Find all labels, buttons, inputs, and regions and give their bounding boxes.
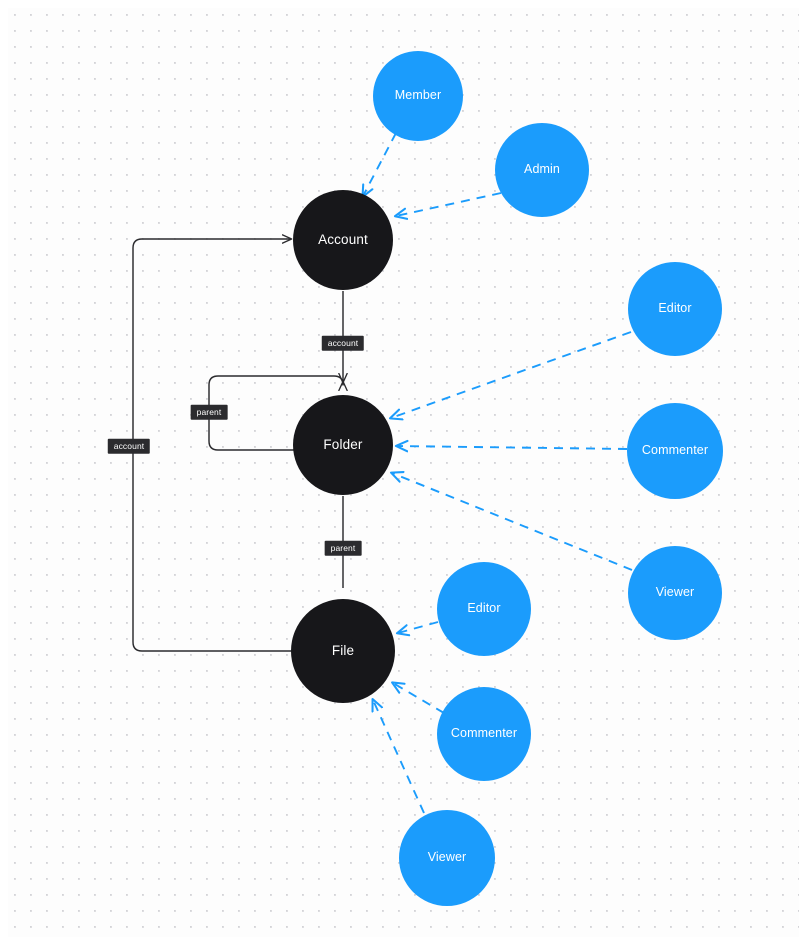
- edge-label-file-account[interactable]: account: [107, 438, 151, 454]
- edge-commenter-folder: [397, 446, 628, 449]
- role-node-viewer-folder[interactable]: Viewer: [628, 546, 722, 640]
- edge-admin-account: [396, 192, 502, 216]
- edge-editor-file: [398, 621, 439, 633]
- edge-viewer-folder: [392, 473, 633, 571]
- role-node-label: Commenter: [641, 443, 709, 458]
- diagram-canvas: Account Folder File Member Admin Editor …: [0, 0, 807, 945]
- entity-node-file[interactable]: File: [291, 599, 395, 703]
- edge-viewer-file: [373, 700, 425, 814]
- role-node-commenter-file[interactable]: Commenter: [437, 687, 531, 781]
- role-node-label: Viewer: [427, 850, 467, 865]
- role-node-admin-account[interactable]: Admin: [495, 123, 589, 217]
- role-node-label: Editor: [467, 601, 501, 616]
- entity-node-account[interactable]: Account: [293, 190, 393, 290]
- role-node-label: Viewer: [655, 585, 695, 600]
- edge-commenter-file: [393, 683, 445, 714]
- entity-node-folder[interactable]: Folder: [293, 395, 393, 495]
- entity-node-label: Folder: [323, 436, 363, 452]
- role-node-label: Admin: [524, 162, 560, 177]
- role-node-viewer-file[interactable]: Viewer: [399, 810, 495, 906]
- edge-member-account: [363, 132, 397, 196]
- entity-node-label: Account: [318, 231, 368, 247]
- edge-label-folder-parent[interactable]: parent: [190, 404, 228, 420]
- edge-label-file-parent[interactable]: parent: [324, 540, 362, 556]
- entity-node-label: File: [331, 642, 355, 658]
- edge-file-account: [132, 239, 291, 652]
- edge-editor-folder: [391, 331, 632, 418]
- role-node-label: Member: [394, 88, 442, 103]
- role-node-label: Commenter: [450, 726, 518, 741]
- role-node-editor-file[interactable]: Editor: [437, 562, 531, 656]
- role-node-member-account[interactable]: Member: [373, 51, 463, 141]
- role-node-commenter-folder[interactable]: Commenter: [627, 403, 723, 499]
- role-node-editor-folder[interactable]: Editor: [628, 262, 722, 356]
- role-node-label: Editor: [658, 301, 692, 316]
- edge-label-account-folder[interactable]: account: [321, 335, 365, 351]
